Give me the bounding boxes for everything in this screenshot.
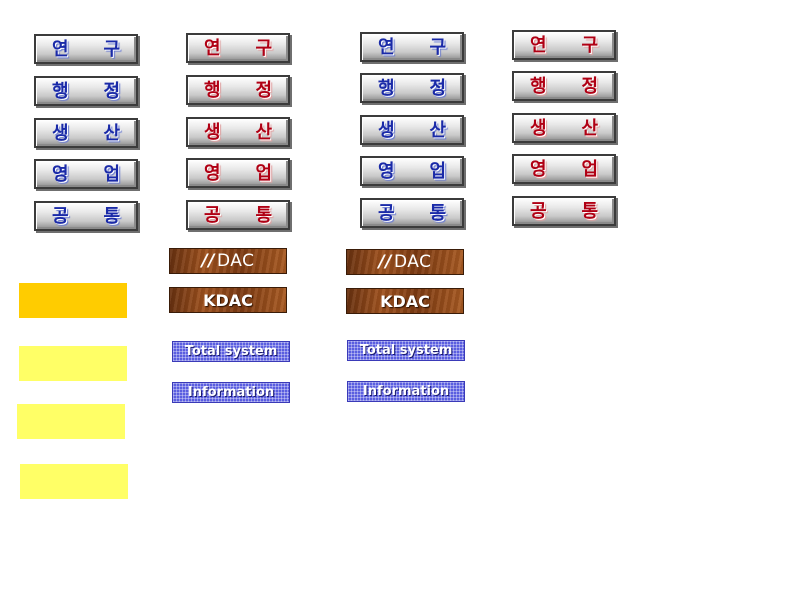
kdac-logo: //DAC bbox=[347, 252, 463, 272]
yellow-swatch bbox=[17, 404, 125, 439]
menu-button-production[interactable]: 생 산 bbox=[186, 117, 290, 147]
button-char-2: 정 bbox=[581, 76, 598, 97]
menu-button-production[interactable]: 생 산 bbox=[512, 113, 616, 143]
menu-button-common[interactable]: 공 통 bbox=[34, 201, 138, 231]
button-char-2: 통 bbox=[429, 203, 446, 224]
yellow-swatch bbox=[20, 464, 128, 499]
information-button[interactable]: Information bbox=[347, 381, 465, 402]
button-char-2: 정 bbox=[103, 81, 120, 102]
button-char-1: 공 bbox=[204, 205, 221, 226]
total-system-button[interactable]: Total system bbox=[172, 341, 290, 362]
button-char-1: 연 bbox=[204, 38, 221, 59]
button-char-2: 구 bbox=[103, 39, 120, 60]
orange-swatch bbox=[19, 283, 127, 318]
button-char-2: 산 bbox=[429, 120, 446, 141]
kdac-logo-button[interactable]: //DAC bbox=[346, 249, 464, 275]
kdac-logo-mark: // bbox=[378, 252, 392, 272]
total-system-label: Total system bbox=[184, 344, 278, 359]
button-char-2: 통 bbox=[255, 205, 272, 226]
information-label: Information bbox=[187, 385, 275, 400]
menu-button-sales[interactable]: 영 업 bbox=[360, 156, 464, 186]
button-char-1: 생 bbox=[52, 123, 69, 144]
button-char-2: 통 bbox=[581, 201, 598, 222]
menu-button-common[interactable]: 공 통 bbox=[360, 198, 464, 228]
button-char-1: 영 bbox=[204, 163, 221, 184]
button-char-1: 생 bbox=[204, 122, 221, 143]
button-char-1: 영 bbox=[530, 159, 547, 180]
menu-button-sales[interactable]: 영 업 bbox=[186, 158, 290, 188]
button-char-1: 행 bbox=[530, 76, 547, 97]
menu-button-research[interactable]: 연 구 bbox=[360, 32, 464, 62]
button-char-1: 행 bbox=[378, 78, 395, 99]
kdac-logo-text: DAC bbox=[393, 252, 432, 272]
menu-button-administration[interactable]: 행 정 bbox=[512, 71, 616, 101]
button-char-2: 업 bbox=[103, 164, 120, 185]
button-char-1: 생 bbox=[530, 118, 547, 139]
button-char-1: 행 bbox=[204, 80, 221, 101]
button-char-1: 연 bbox=[378, 37, 395, 58]
button-char-2: 산 bbox=[255, 122, 272, 143]
button-char-2: 산 bbox=[103, 123, 120, 144]
button-char-2: 업 bbox=[429, 161, 446, 182]
button-char-2: 통 bbox=[103, 206, 120, 227]
menu-button-research[interactable]: 연 구 bbox=[186, 33, 290, 63]
menu-button-sales[interactable]: 영 업 bbox=[512, 154, 616, 184]
menu-button-sales[interactable]: 영 업 bbox=[34, 159, 138, 189]
button-char-1: 생 bbox=[378, 120, 395, 141]
button-char-2: 정 bbox=[429, 78, 446, 99]
menu-button-administration[interactable]: 행 정 bbox=[186, 75, 290, 105]
button-char-2: 산 bbox=[581, 118, 598, 139]
button-char-1: 영 bbox=[378, 161, 395, 182]
button-char-2: 업 bbox=[581, 159, 598, 180]
menu-button-production[interactable]: 생 산 bbox=[34, 118, 138, 148]
kdac-text-label: KDAC bbox=[380, 292, 430, 311]
menu-button-research[interactable]: 연 구 bbox=[512, 30, 616, 60]
button-char-1: 공 bbox=[378, 203, 395, 224]
kdac-text-label: KDAC bbox=[203, 291, 253, 310]
total-system-label: Total system bbox=[359, 343, 453, 358]
menu-button-administration[interactable]: 행 정 bbox=[34, 76, 138, 106]
kdac-text-button[interactable]: KDAC bbox=[346, 288, 464, 314]
kdac-text-button[interactable]: KDAC bbox=[169, 287, 287, 313]
information-label: Information bbox=[362, 384, 450, 399]
button-char-1: 공 bbox=[530, 201, 547, 222]
kdac-logo-button[interactable]: //DAC bbox=[169, 248, 287, 274]
yellow-swatch bbox=[19, 346, 127, 381]
button-char-2: 구 bbox=[581, 35, 598, 56]
button-char-1: 영 bbox=[52, 164, 69, 185]
menu-button-common[interactable]: 공 통 bbox=[512, 196, 616, 226]
menu-button-common[interactable]: 공 통 bbox=[186, 200, 290, 230]
button-char-2: 구 bbox=[255, 38, 272, 59]
button-char-1: 공 bbox=[52, 206, 69, 227]
button-char-2: 정 bbox=[255, 80, 272, 101]
menu-button-production[interactable]: 생 산 bbox=[360, 115, 464, 145]
button-char-2: 구 bbox=[429, 37, 446, 58]
menu-button-administration[interactable]: 행 정 bbox=[360, 73, 464, 103]
kdac-logo-mark: // bbox=[201, 251, 215, 271]
button-char-1: 행 bbox=[52, 81, 69, 102]
kdac-logo-text: DAC bbox=[216, 251, 255, 271]
button-char-2: 업 bbox=[255, 163, 272, 184]
menu-button-research[interactable]: 연 구 bbox=[34, 34, 138, 64]
total-system-button[interactable]: Total system bbox=[347, 340, 465, 361]
kdac-logo: //DAC bbox=[170, 251, 286, 271]
button-char-1: 연 bbox=[52, 39, 69, 60]
information-button[interactable]: Information bbox=[172, 382, 290, 403]
button-char-1: 연 bbox=[530, 35, 547, 56]
